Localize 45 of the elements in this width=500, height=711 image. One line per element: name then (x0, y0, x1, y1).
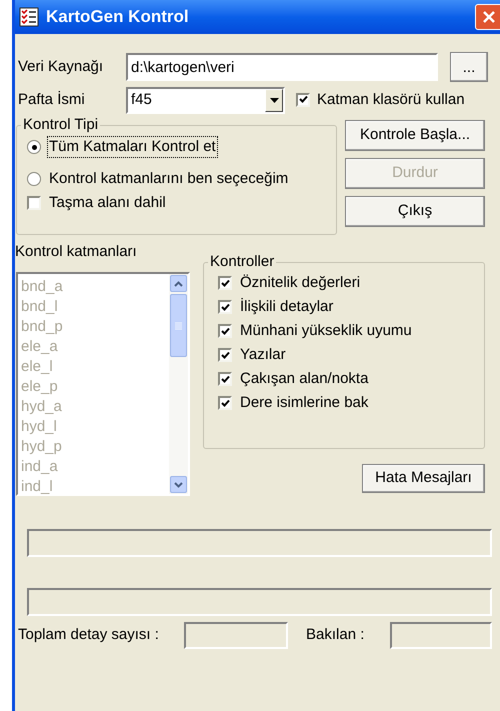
close-button[interactable] (475, 4, 500, 30)
layers-label: Kontrol katmanları (15, 243, 138, 261)
grip-icon (175, 322, 182, 330)
app-icon (19, 7, 39, 27)
checkbox-label: Katman klasörü kullan (317, 90, 465, 110)
group-title: Kontroller (209, 253, 276, 271)
data-source-label: Veri Kaynağı (17, 56, 104, 77)
checkbox-label: Münhani yükseklik uyumu (240, 320, 412, 341)
checked-count-label: Bakılan : (306, 625, 366, 646)
checkbox[interactable] (218, 324, 232, 338)
window-title: KartoGen Kontrol (46, 6, 189, 28)
checkbox-label: Dere isimlerine bak (240, 392, 368, 413)
sheet-label: Pafta İsmi (17, 90, 86, 110)
data-source-field[interactable]: d:\kartogen\veri (126, 53, 438, 81)
radio-label: Kontrol katmanlarını ben seçeceğim (48, 169, 290, 189)
dropdown-button[interactable] (265, 88, 283, 112)
checkbox[interactable] (218, 300, 232, 314)
group-title: Kontrol Tipi (22, 116, 100, 134)
checkbox[interactable] (218, 396, 232, 410)
caret-icon (270, 98, 278, 102)
checkbox-label: Öznitelik değerleri (240, 272, 360, 293)
checkbox-label: Taşma alanı dahil (49, 193, 166, 213)
scroll-up-button[interactable] (170, 275, 187, 292)
checkbox[interactable] (218, 348, 232, 362)
scroll-down-button[interactable] (170, 476, 187, 493)
checkbox-label: Çakışan alan/nokta (240, 368, 368, 389)
close-icon (482, 10, 496, 24)
scroll-thumb[interactable] (170, 294, 187, 357)
dialog-button[interactable]: Kontrole Başla... (345, 120, 485, 151)
total-label: Toplam detay sayısı : (17, 625, 160, 646)
checkbox[interactable] (27, 196, 41, 210)
sheet-combo[interactable]: f45 (126, 86, 285, 114)
checkbox[interactable] (296, 92, 310, 106)
checkbox[interactable] (218, 372, 232, 386)
browse-button[interactable]: ... (450, 52, 488, 82)
scrollbar[interactable] (169, 274, 188, 494)
dialog-button[interactable]: Çıkış (345, 196, 485, 227)
radio-button[interactable] (27, 172, 41, 186)
radio-button[interactable] (27, 140, 41, 154)
checkbox[interactable] (218, 276, 232, 290)
radio-label: Tüm Katmaları Kontrol et (47, 136, 218, 158)
checkbox-label: Yazılar (240, 344, 286, 365)
checkbox-label: İlişkili detaylar (240, 296, 334, 317)
sheet-value: f45 (130, 90, 153, 110)
error-messages-button[interactable]: Hata Mesajları (362, 464, 485, 493)
